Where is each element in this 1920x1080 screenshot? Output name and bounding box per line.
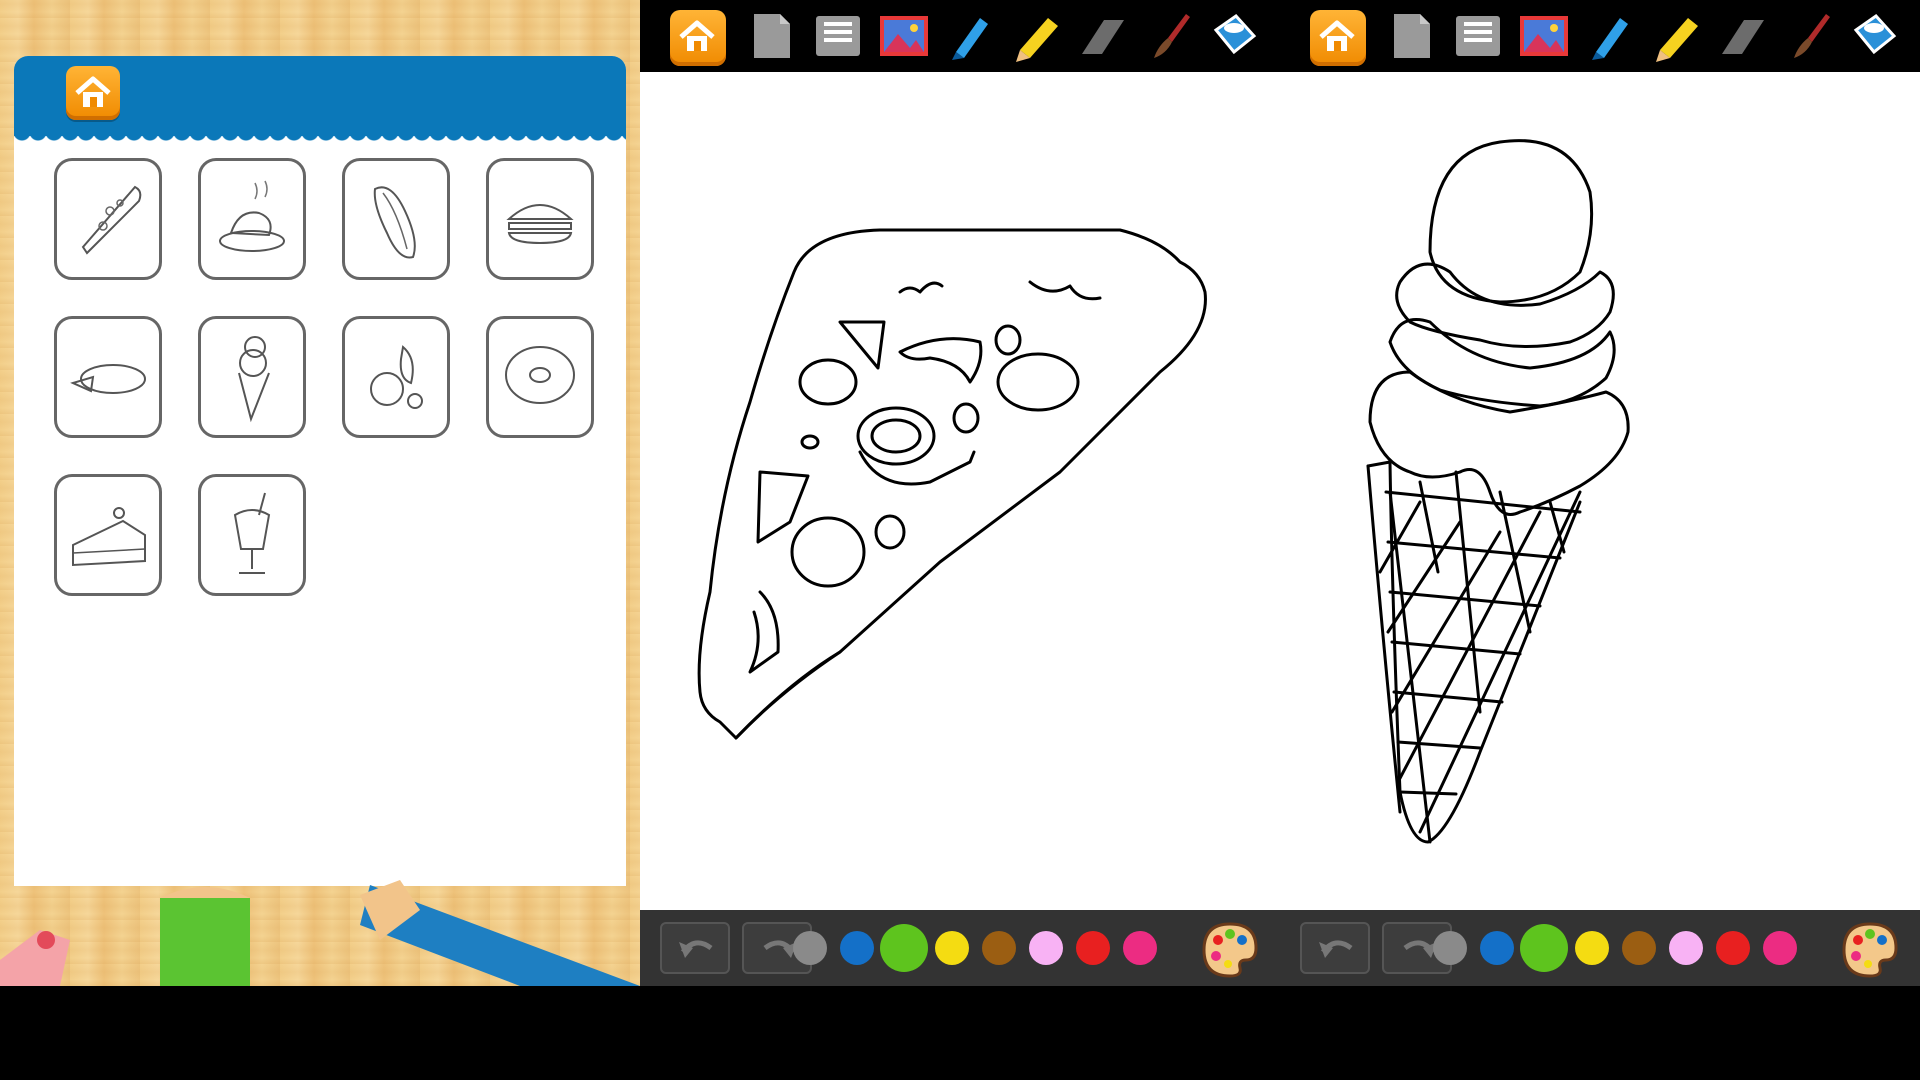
icecream-drawing[interactable] [1280, 72, 1920, 910]
color-swatch[interactable] [1480, 931, 1514, 965]
pizza-drawing[interactable] [640, 72, 1280, 910]
pie-icon [70, 364, 146, 394]
thumbnail-grid [14, 56, 626, 886]
milkshake-icon [233, 492, 271, 574]
brush-icon[interactable] [1140, 8, 1196, 64]
donut-icon [505, 346, 575, 404]
color-swatch[interactable] [1669, 931, 1703, 965]
color-swatch[interactable] [1622, 931, 1656, 965]
pencil-icon[interactable] [1648, 8, 1704, 64]
fill-bucket-icon[interactable] [1846, 8, 1902, 64]
color-swatch[interactable] [880, 924, 928, 972]
color-swatch[interactable] [1520, 924, 1568, 972]
thumb-icecream[interactable] [198, 316, 306, 438]
thumb-cake[interactable] [54, 474, 162, 596]
pizza-icon [81, 185, 142, 255]
color-swatch[interactable] [1575, 931, 1609, 965]
toolbar [640, 0, 1920, 72]
new-page-icon[interactable] [1384, 8, 1440, 64]
palette-icon[interactable] [1200, 920, 1260, 978]
home-icon [679, 20, 715, 51]
color-swatch[interactable] [1029, 931, 1063, 965]
black-margin [0, 986, 1920, 1080]
undo-icon [679, 940, 713, 958]
color-swatch[interactable] [935, 931, 969, 965]
color-swatch[interactable] [1123, 931, 1157, 965]
drawing-canvas[interactable] [640, 72, 1920, 910]
save-icon[interactable] [1450, 8, 1506, 64]
cake-icon [72, 507, 146, 567]
pen-icon[interactable] [942, 8, 998, 64]
thumb-milkshake[interactable] [198, 474, 306, 596]
gallery-icon[interactable] [876, 8, 932, 64]
pen-icon[interactable] [1582, 8, 1638, 64]
save-icon[interactable] [810, 8, 866, 64]
color-swatch[interactable] [1763, 931, 1797, 965]
palette-icon[interactable] [1840, 920, 1900, 978]
icecream-icon [238, 336, 270, 423]
thumb-burger[interactable] [486, 158, 594, 280]
hotdog-icon [373, 186, 416, 259]
color-swatch[interactable] [840, 931, 874, 965]
eraser-icon[interactable] [1714, 8, 1770, 64]
thumb-fruits[interactable] [342, 316, 450, 438]
brush-icon[interactable] [1780, 8, 1836, 64]
home-button[interactable] [670, 10, 726, 66]
thumb-donut[interactable] [486, 316, 594, 438]
thumb-pie[interactable] [54, 316, 162, 438]
undo-button[interactable] [660, 922, 730, 974]
new-page-icon[interactable] [744, 8, 800, 64]
color-swatch[interactable] [793, 931, 827, 965]
chicken-icon [219, 180, 285, 252]
home-button-2[interactable] [1310, 10, 1366, 66]
color-bar [640, 910, 1920, 986]
color-swatch[interactable] [1716, 931, 1750, 965]
thumb-pizza[interactable] [54, 158, 162, 280]
gallery-icon[interactable] [1516, 8, 1572, 64]
pencil-icon[interactable] [1008, 8, 1064, 64]
fill-bucket-icon[interactable] [1206, 8, 1262, 64]
burger-icon [506, 204, 574, 245]
color-swatch[interactable] [1076, 931, 1110, 965]
thumb-chicken[interactable] [198, 158, 306, 280]
thumb-hotdog[interactable] [342, 158, 450, 280]
color-swatch[interactable] [1433, 931, 1467, 965]
pencils-decoration [0, 880, 640, 986]
eraser-icon[interactable] [1074, 8, 1130, 64]
fruit-icon [370, 345, 423, 409]
undo-icon [1319, 940, 1353, 958]
undo-button-2[interactable] [1300, 922, 1370, 974]
color-swatch[interactable] [982, 931, 1016, 965]
home-icon [1319, 20, 1355, 51]
